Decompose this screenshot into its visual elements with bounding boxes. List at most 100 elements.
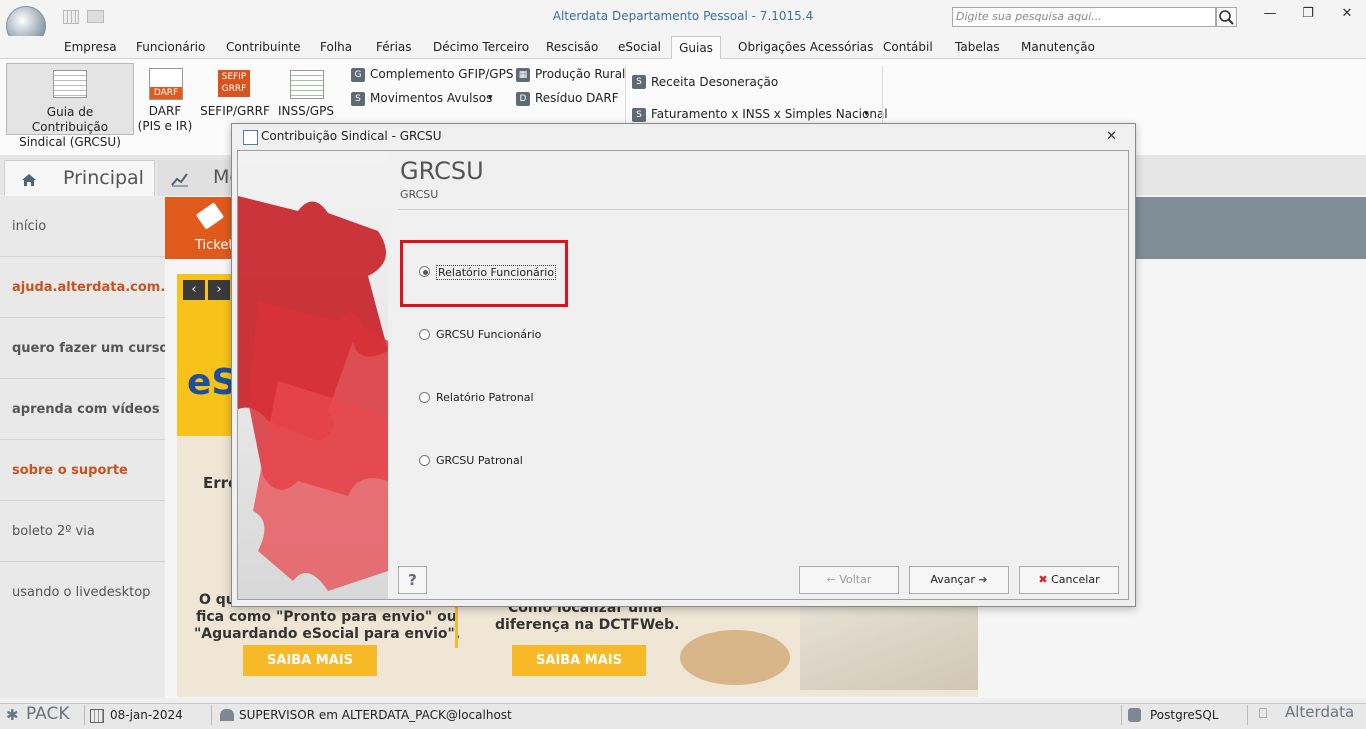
restore-icon[interactable]: ❐ <box>1293 6 1323 26</box>
radio-relatorio-funcionario[interactable] <box>419 266 430 277</box>
banner-mug-image <box>680 630 790 685</box>
movimentos-dropdown-icon[interactable]: ▾ <box>488 93 493 103</box>
producao-rural-button[interactable]: Produção Rural <box>535 67 625 81</box>
complemento-icon: G <box>351 68 365 82</box>
menu-rescisao[interactable]: Rescisão <box>546 40 598 54</box>
next-button[interactable]: Avançar ➜ <box>909 566 1009 594</box>
menu-tabelas[interactable]: Tabelas <box>955 40 1000 54</box>
status-db: PostgreSQL <box>1150 708 1219 722</box>
saiba-mais-button-left[interactable]: SAIBA MAIS <box>243 645 377 676</box>
nav-curso[interactable]: quero fazer um curso <box>0 319 168 379</box>
menu-contabil[interactable]: Contábil <box>883 40 933 54</box>
status-separator <box>1247 705 1248 725</box>
next-button-label: Avançar <box>930 573 975 586</box>
dialog-app-icon <box>243 130 258 145</box>
ribbon-separator <box>882 66 883 124</box>
nav-videos[interactable]: aprenda com vídeos <box>0 380 165 440</box>
home-icon <box>21 173 37 190</box>
darf-icon: DARF <box>149 68 183 100</box>
radio-grcsu-funcionario[interactable] <box>419 329 430 340</box>
menu-folha[interactable]: Folha <box>320 40 352 54</box>
nav-ajuda[interactable]: ajuda.alterdata.com.br <box>0 258 181 318</box>
faturamento-inss-simples-button[interactable]: Faturamento x INSS x Simples Nacional <box>651 107 888 121</box>
radio-grcsu-patronal[interactable] <box>419 455 430 466</box>
back-button[interactable]: ← Voltar <box>799 566 899 594</box>
content-header-bar <box>1135 197 1366 259</box>
producao-rural-icon: ▦ <box>516 68 530 82</box>
dialog-heading: GRCSU <box>400 157 484 185</box>
complemento-gfip-gps-button[interactable]: Complemento GFIP/GPS <box>370 67 513 81</box>
receita-desoneracao-icon: S <box>632 75 646 89</box>
saiba-mais-button-right[interactable]: SAIBA MAIS <box>512 645 646 676</box>
movimentos-icon: S <box>351 92 365 106</box>
grcsu-ribbon-label: Guia de Contribuição Sindical (GRCSU) <box>19 105 121 149</box>
search-icon[interactable] <box>1216 7 1237 27</box>
grcsu-ribbon-button[interactable]: Guia de Contribuição Sindical (GRCSU) <box>6 63 134 149</box>
nav-inicio[interactable]: início <box>0 197 165 257</box>
darf-icon-text: DARF <box>150 87 182 99</box>
close-icon[interactable]: ✕ <box>1332 6 1362 26</box>
nav-boleto[interactable]: boleto 2º via <box>0 502 165 562</box>
minimize-icon[interactable]: — <box>1255 6 1285 26</box>
server-icon <box>220 709 234 721</box>
ticket-tile[interactable]: Ticket <box>165 197 234 259</box>
menu-empresa[interactable]: Empresa <box>64 40 117 54</box>
tab-principal[interactable]: Principal <box>4 160 155 196</box>
banner-divider <box>455 600 458 648</box>
banner-next-icon[interactable]: › <box>208 280 230 300</box>
menu-esocial[interactable]: eSocial <box>618 40 661 54</box>
label-relatorio-funcionario[interactable]: Relatório Funcionário <box>436 265 557 280</box>
darf-ribbon-button[interactable]: DARF (PIS e IR) <box>137 104 193 134</box>
ticket-label: Ticket <box>195 238 234 253</box>
residuo-darf-icon: D <box>516 92 530 106</box>
dialog-subheading: GRCSU <box>400 188 439 201</box>
database-icon <box>1128 708 1141 722</box>
banner-laptop-image <box>800 600 978 690</box>
arrow-right-icon: ➜ <box>978 573 988 586</box>
status-separator <box>84 705 85 725</box>
calendar-icon <box>90 709 104 723</box>
puzzle-side-image <box>238 151 388 599</box>
residuo-darf-button[interactable]: Resíduo DARF <box>535 91 619 105</box>
arrow-left-icon: ← <box>826 573 836 586</box>
menu-decimo-terceiro[interactable]: Décimo Terceiro <box>433 40 529 54</box>
status-separator <box>211 705 212 725</box>
radio-relatorio-patronal[interactable] <box>419 392 430 403</box>
cancel-button-label: Cancelar <box>1051 573 1100 586</box>
label-grcsu-funcionario[interactable]: GRCSU Funcionário <box>436 328 541 341</box>
receita-desoneracao-button[interactable]: Receita Desoneração <box>651 75 778 89</box>
inss-gps-ribbon-button[interactable]: INSS/GPS <box>276 104 336 119</box>
menu-guias[interactable]: Guias <box>671 36 721 59</box>
sefip-icon: SEFIP GRRF <box>218 70 250 97</box>
pack-logo-icon: ✱ <box>6 706 19 724</box>
menu-manutencao[interactable]: Manutenção <box>1021 40 1095 54</box>
banner-prev-icon[interactable]: ‹ <box>183 280 205 300</box>
banner-right-line2: diferença na DCTFWeb. <box>495 617 680 633</box>
nav-suporte[interactable]: sobre o suporte <box>0 441 165 501</box>
status-logo-text: Alterdata <box>1285 703 1355 721</box>
menu-contribuinte[interactable]: Contribuinte <box>226 40 301 54</box>
cancel-button[interactable]: ✖ Cancelar <box>1019 566 1119 594</box>
banner-left-line3: "Aguardando eSocial para envio". <box>194 626 461 642</box>
label-grcsu-patronal[interactable]: GRCSU Patronal <box>436 454 523 467</box>
dialog-title: Contribuição Sindical - GRCSU <box>261 129 442 143</box>
alterdata-logo-icon: ⎕ <box>1259 706 1268 722</box>
radio-selected-dot <box>423 270 428 275</box>
search-input[interactable]: Digite sua pesquisa aqui... <box>952 7 1216 27</box>
sefip-ribbon-button[interactable]: SEFIP/GRRF <box>200 104 270 119</box>
movimentos-avulsos-button[interactable]: Movimentos Avulsos <box>370 91 492 105</box>
ribbon-separator <box>625 66 626 124</box>
dialog-close-icon[interactable]: ✕ <box>1106 129 1117 144</box>
menu-ferias[interactable]: Férias <box>376 40 412 54</box>
help-button[interactable]: ? <box>398 566 427 594</box>
nav-livedesktop[interactable]: usando o livedesktop <box>0 563 165 623</box>
faturamento-icon: S <box>632 108 646 122</box>
faturamento-dropdown-icon[interactable]: ▾ <box>864 109 869 119</box>
chart-icon <box>171 171 189 190</box>
menu-obrigacoes-acessorias[interactable]: Obrigações Acessórias <box>738 40 873 54</box>
menu-funcionario[interactable]: Funcionário <box>136 40 205 54</box>
status-user: SUPERVISOR em ALTERDATA_PACK@localhost <box>239 708 512 722</box>
label-relatorio-patronal[interactable]: Relatório Patronal <box>436 391 534 404</box>
grcsu-document-icon <box>53 70 87 98</box>
back-button-label: Voltar <box>839 573 872 586</box>
